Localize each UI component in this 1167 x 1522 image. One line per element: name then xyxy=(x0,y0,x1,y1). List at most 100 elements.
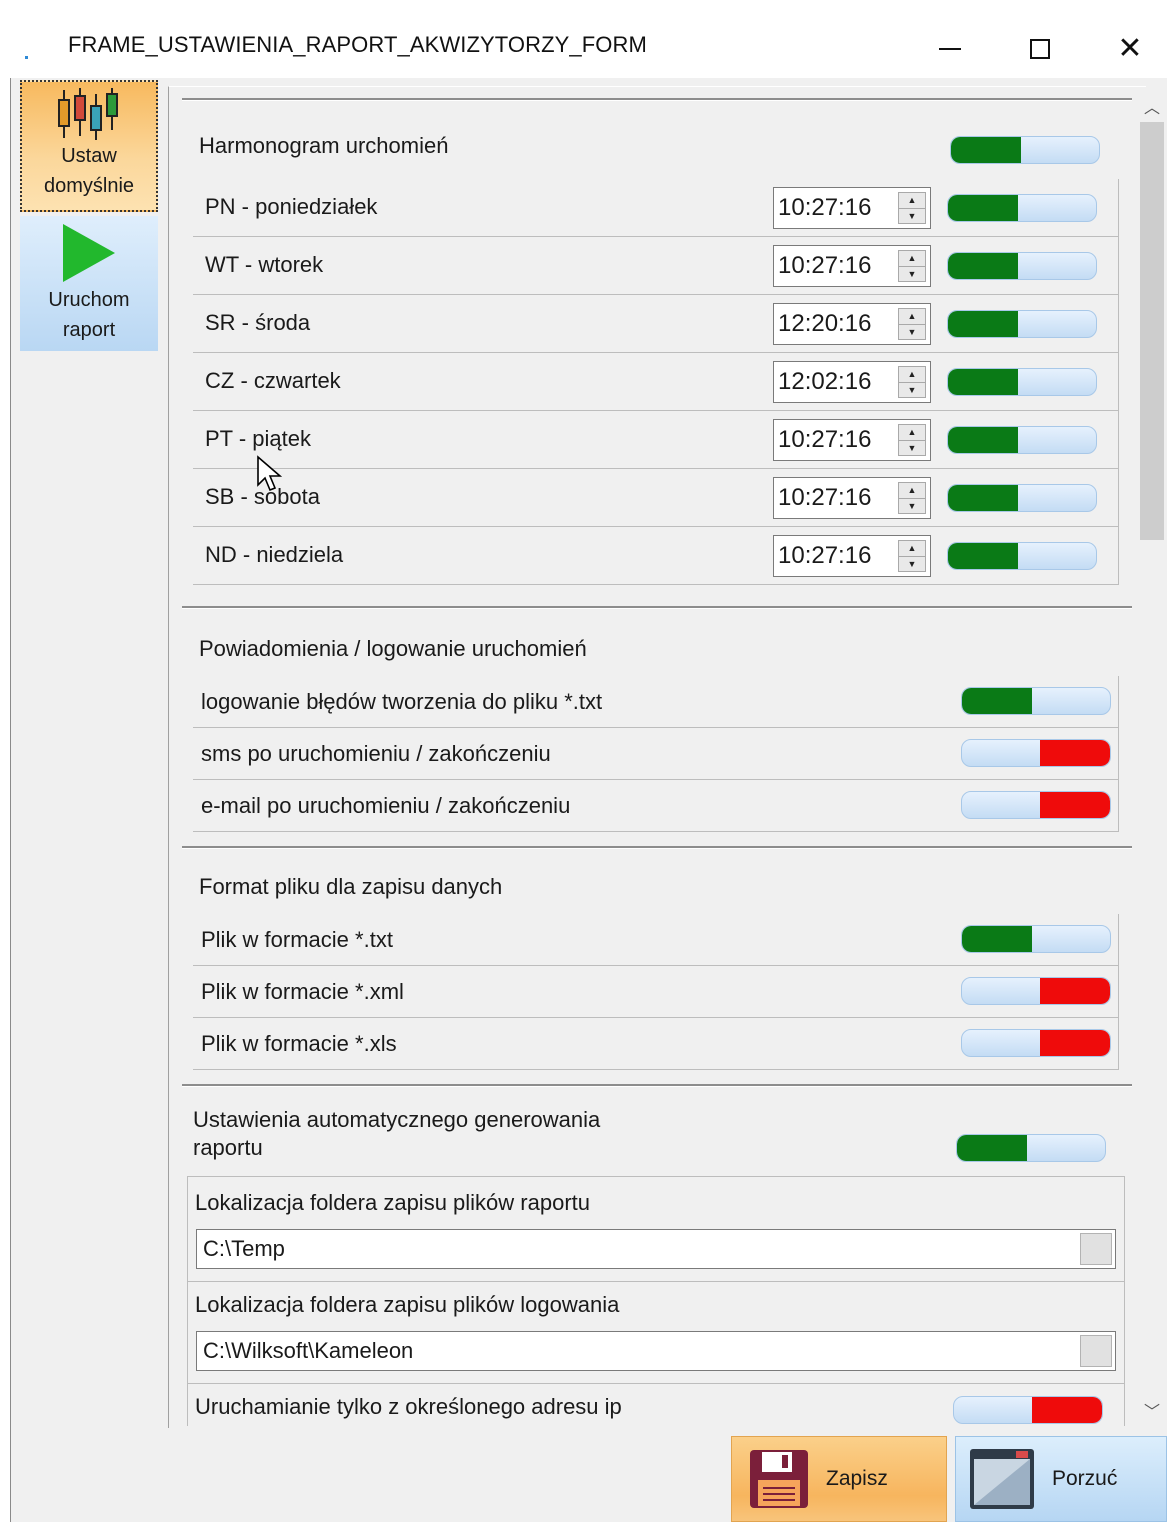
time-input[interactable]: 12:02:16 ▲ ▼ xyxy=(773,361,931,403)
time-input[interactable]: 10:27:16 ▲ ▼ xyxy=(773,245,931,287)
minimize-icon xyxy=(939,48,961,50)
notification-row-sms: sms po uruchomieniu / zakończeniu xyxy=(193,728,1119,780)
day-toggle[interactable] xyxy=(947,426,1097,454)
save-button[interactable]: Zapisz xyxy=(731,1436,947,1522)
notification-toggle[interactable] xyxy=(961,739,1111,767)
app-icon xyxy=(25,56,28,59)
time-input[interactable]: 10:27:16 ▲ ▼ xyxy=(773,187,931,229)
day-label: CZ - czwartek xyxy=(205,368,341,393)
report-folder-input[interactable]: C:\Temp xyxy=(196,1229,1116,1269)
spin-down-icon: ▼ xyxy=(899,382,925,398)
schedule-title: Harmonogram urchomień xyxy=(199,133,449,158)
window-close-icon xyxy=(970,1449,1034,1509)
minimize-button[interactable] xyxy=(915,20,985,78)
scrollbar-thumb[interactable] xyxy=(1140,122,1164,540)
report-folder-label: Lokalizacja foldera zapisu plików raport… xyxy=(195,1190,590,1215)
run-report-label-1: Uruchom xyxy=(48,289,130,311)
schedule-toggle[interactable] xyxy=(950,136,1100,164)
auto-generation-title: Ustawienia automatycznego generowania ra… xyxy=(193,1107,601,1160)
auto-generation-toggle[interactable] xyxy=(956,1134,1106,1162)
spin-down-icon: ▼ xyxy=(899,266,925,282)
day-toggle[interactable] xyxy=(947,194,1097,222)
notification-label: sms po uruchomieniu / zakończeniu xyxy=(201,741,551,766)
format-label: Plik w formacie *.txt xyxy=(201,927,393,952)
cancel-label: Porzuć xyxy=(1052,1467,1118,1490)
spin-up-icon: ▲ xyxy=(907,195,917,205)
spin-down-icon: ▼ xyxy=(899,498,925,514)
vertical-scrollbar[interactable]: ︿ ﹀ xyxy=(1138,88,1167,1428)
format-toggle[interactable] xyxy=(961,1029,1111,1057)
time-input[interactable]: 10:27:16 ▲ ▼ xyxy=(773,535,931,577)
time-spinner[interactable]: ▲ ▼ xyxy=(898,424,926,456)
browse-report-folder-button[interactable] xyxy=(1080,1233,1112,1265)
time-spinner[interactable]: ▲ ▼ xyxy=(898,250,926,282)
section-divider xyxy=(182,1084,1132,1087)
time-spinner[interactable]: ▲ ▼ xyxy=(898,540,926,572)
time-spinner[interactable]: ▲ ▼ xyxy=(898,366,926,398)
ip-only-toggle[interactable] xyxy=(953,1396,1103,1424)
day-row-wt: WT - wtorek 10:27:16 ▲ ▼ xyxy=(193,237,1119,295)
time-input[interactable]: 10:27:16 ▲ ▼ xyxy=(773,477,931,519)
day-row-nd: ND - niedziela 10:27:16 ▲ ▼ xyxy=(193,527,1119,585)
spin-up-icon: ▲ xyxy=(907,543,917,553)
format-row-xml: Plik w formacie *.xml xyxy=(193,966,1119,1018)
group-divider xyxy=(188,1281,1124,1282)
time-spinner[interactable]: ▲ ▼ xyxy=(898,482,926,514)
notifications-title: Powiadomienia / logowanie uruchomień xyxy=(199,636,587,661)
cancel-button[interactable]: Porzuć xyxy=(955,1436,1167,1522)
run-report-label-2: raport xyxy=(62,319,116,341)
notification-label: e-mail po uruchomieniu / zakończeniu xyxy=(201,793,571,818)
day-toggle[interactable] xyxy=(947,368,1097,396)
day-toggle[interactable] xyxy=(947,252,1097,280)
close-button[interactable]: ✕ xyxy=(1095,20,1165,78)
spin-up-icon: ▲ xyxy=(907,427,917,437)
run-report-button[interactable]: Uruchom raport xyxy=(20,216,158,351)
day-row-pt: PT - piątek 10:27:16 ▲ ▼ xyxy=(193,411,1119,469)
candlestick-icon xyxy=(58,88,118,140)
day-toggle[interactable] xyxy=(947,542,1097,570)
browse-log-folder-button[interactable] xyxy=(1080,1335,1112,1367)
format-label: Plik w formacie *.xml xyxy=(201,979,404,1004)
section-divider xyxy=(182,606,1132,609)
day-label: ND - niedziela xyxy=(205,542,344,567)
notification-row-email: e-mail po uruchomieniu / zakończeniu xyxy=(193,780,1119,832)
format-label: Plik w formacie *.xls xyxy=(201,1031,397,1056)
time-spinner[interactable]: ▲ ▼ xyxy=(898,192,926,224)
log-folder-input[interactable]: C:\Wilksoft\Kameleon xyxy=(196,1331,1116,1371)
time-input[interactable]: 10:27:16 ▲ ▼ xyxy=(773,419,931,461)
maximize-button[interactable] xyxy=(1005,20,1075,78)
format-row-txt: Plik w formacie *.txt xyxy=(193,914,1119,966)
spin-up-icon: ▲ xyxy=(907,253,917,263)
spin-up-icon: ▲ xyxy=(907,311,917,321)
notification-toggle[interactable] xyxy=(961,687,1111,715)
day-toggle[interactable] xyxy=(947,310,1097,338)
section-divider xyxy=(182,98,1132,101)
spin-down-icon: ▼ xyxy=(899,440,925,456)
day-label: PT - piątek xyxy=(205,426,311,451)
day-row-sr: SR - środa 12:20:16 ▲ ▼ xyxy=(193,295,1119,353)
notification-row-log: logowanie błędów tworzenia do pliku *.tx… xyxy=(193,676,1119,728)
spin-down-icon: ▼ xyxy=(899,556,925,572)
scroll-down-icon[interactable]: ﹀ xyxy=(1144,1398,1160,1422)
set-default-label-1: Ustaw xyxy=(61,145,117,167)
notification-label: logowanie błędów tworzenia do pliku *.tx… xyxy=(201,689,603,714)
day-label: WT - wtorek xyxy=(205,252,324,277)
format-toggle[interactable] xyxy=(961,925,1111,953)
title-bar: FRAME_USTAWIENIA_RAPORT_AKWIZYTORZY_FORM… xyxy=(10,10,1167,78)
set-default-button[interactable]: Ustaw domyślnie xyxy=(20,80,158,212)
notification-toggle[interactable] xyxy=(961,791,1111,819)
day-toggle[interactable] xyxy=(947,484,1097,512)
set-default-label-2: domyślnie xyxy=(43,175,135,197)
format-toggle[interactable] xyxy=(961,977,1111,1005)
time-spinner[interactable]: ▲ ▼ xyxy=(898,308,926,340)
day-row-pn: PN - poniedziałek 10:27:16 ▲ ▼ xyxy=(193,179,1119,237)
time-input[interactable]: 12:20:16 ▲ ▼ xyxy=(773,303,931,345)
spin-up-icon: ▲ xyxy=(907,369,917,379)
scroll-up-icon[interactable]: ︿ xyxy=(1144,94,1160,118)
day-row-cz: CZ - czwartek 12:02:16 ▲ ▼ xyxy=(193,353,1119,411)
play-icon xyxy=(63,224,115,282)
spin-down-icon: ▼ xyxy=(899,324,925,340)
spin-down-icon: ▼ xyxy=(899,208,925,224)
save-label: Zapisz xyxy=(826,1467,888,1490)
ip-only-label: Uruchamianie tylko z określonego adresu … xyxy=(195,1394,622,1419)
